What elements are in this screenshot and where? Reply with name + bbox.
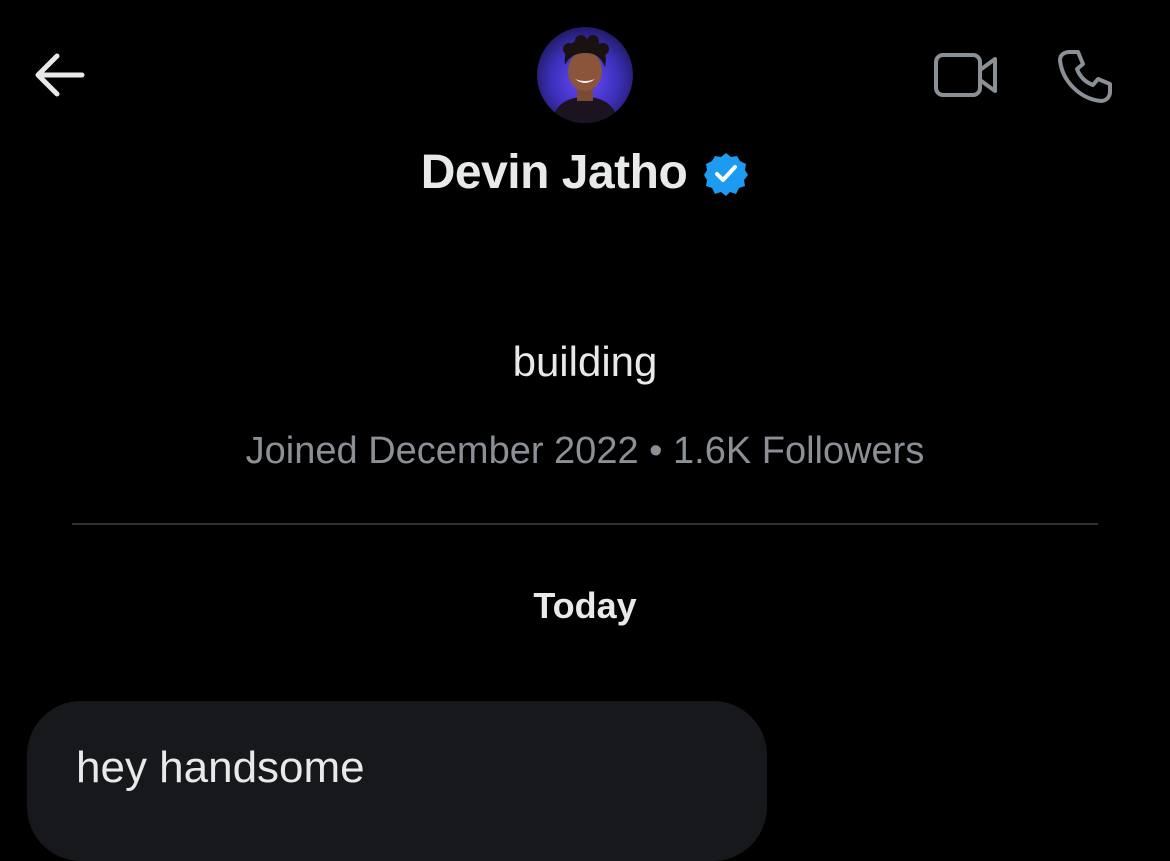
phone-icon <box>1058 50 1112 103</box>
avatar-image <box>537 27 633 123</box>
profile-meta: Joined December 2022 • 1.6K Followers <box>245 430 925 472</box>
name-row: Devin Jatho <box>0 140 1170 206</box>
voice-call-button[interactable] <box>1050 42 1120 110</box>
arrow-left-icon <box>35 53 85 97</box>
back-button[interactable] <box>28 46 90 104</box>
profile-bio: building <box>512 338 658 385</box>
video-camera-icon <box>934 53 997 97</box>
display-name[interactable]: Devin Jatho <box>421 140 688 206</box>
video-call-button[interactable] <box>928 44 1004 106</box>
date-separator: Today <box>533 585 637 626</box>
conversation-header: Devin Jatho <box>0 0 1170 220</box>
message-text: hey handsome <box>76 743 365 792</box>
avatar[interactable] <box>537 27 633 123</box>
verified-badge-icon[interactable] <box>703 151 749 197</box>
divider <box>72 523 1098 525</box>
